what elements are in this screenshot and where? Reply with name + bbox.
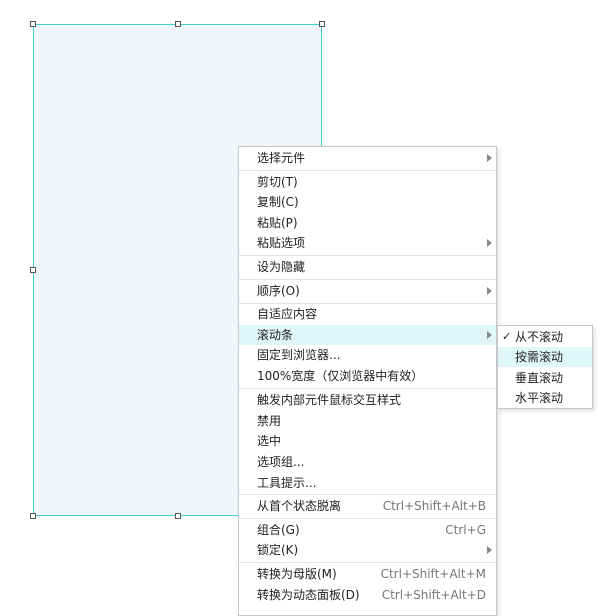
menu-item-label: 自适应内容 (257, 307, 318, 321)
menu-item-fit-content[interactable]: 自适应内容 (239, 304, 496, 324)
menu-separator (239, 518, 496, 519)
resize-handle-top-center[interactable] (175, 21, 181, 27)
menu-item-group[interactable]: 组合(G) Ctrl+G (239, 520, 496, 540)
submenu-item-vertical-scroll[interactable]: 垂直滚动 (498, 368, 592, 388)
resize-handle-top-right[interactable] (319, 21, 325, 27)
menu-item-lock[interactable]: 锁定(K) (239, 540, 496, 560)
menu-item-label: 转换为母版(M) (257, 567, 337, 581)
menu-item-label: 触发内部元件鼠标交互样式 (257, 393, 402, 407)
menu-item-label: 剪切(T) (257, 175, 298, 189)
submenu-arrow-icon (487, 154, 492, 162)
menu-item-label: 从首个状态脱离 (257, 499, 342, 513)
menu-item-paste[interactable]: 粘贴(P) (239, 213, 496, 233)
resize-handle-bottom-left[interactable] (30, 513, 36, 519)
menu-item-label: 滚动条 (257, 328, 294, 342)
menu-item-shortcut: Ctrl+G (445, 523, 486, 537)
submenu-item-horizontal-scroll[interactable]: 水平滚动 (498, 388, 592, 408)
submenu-arrow-icon (487, 546, 492, 554)
menu-item-shortcut: Ctrl+Shift+Alt+B (382, 499, 486, 513)
resize-handle-middle-left[interactable] (30, 267, 36, 273)
menu-item-pin-to-browser[interactable]: 固定到浏览器... (239, 345, 496, 365)
menu-item-label: 工具提示... (257, 476, 317, 490)
submenu-item-label: 水平滚动 (515, 391, 564, 405)
menu-item-shortcut: Ctrl+Shift+Alt+M (380, 567, 486, 581)
menu-item-label: 100%宽度（仅浏览器中有效） (257, 369, 424, 383)
menu-item-label: 锁定(K) (257, 543, 299, 557)
menu-item-label: 转换为动态面板(D) (257, 588, 360, 602)
menu-item-label: 选项组... (257, 455, 305, 469)
menu-item-label: 复制(C) (257, 195, 299, 209)
menu-item-label: 禁用 (257, 414, 282, 428)
menu-separator (239, 388, 496, 389)
menu-item-cut[interactable]: 剪切(T) (239, 172, 496, 192)
menu-item-label: 顺序(O) (257, 284, 300, 298)
menu-item-label: 粘贴选项 (257, 236, 306, 250)
submenu-item-label: 从不滚动 (515, 330, 564, 344)
menu-item-label: 选择元件 (257, 151, 306, 165)
submenu-arrow-icon (487, 239, 492, 247)
menu-item-label: 固定到浏览器... (257, 348, 341, 362)
resize-handle-bottom-center[interactable] (175, 513, 181, 519)
menu-item-convert-to-master[interactable]: 转换为母版(M) Ctrl+Shift+Alt+M (239, 564, 496, 584)
menu-item-convert-to-dynamic-panel[interactable]: 转换为动态面板(D) Ctrl+Shift+Alt+D (239, 585, 496, 605)
menu-item-label: 设为隐藏 (257, 260, 306, 274)
submenu-arrow-icon (487, 287, 492, 295)
scrollbar-submenu: ✓ 从不滚动 按需滚动 垂直滚动 水平滚动 (497, 325, 593, 409)
menu-item-selected[interactable]: 选中 (239, 431, 496, 451)
menu-item-tooltip[interactable]: 工具提示... (239, 473, 496, 493)
menu-item-break-from-first-state[interactable]: 从首个状态脱离 Ctrl+Shift+Alt+B (239, 496, 496, 516)
menu-item-disable[interactable]: 禁用 (239, 411, 496, 431)
menu-item-option-group[interactable]: 选项组... (239, 452, 496, 472)
menu-item-trigger-mouse-styles[interactable]: 触发内部元件鼠标交互样式 (239, 390, 496, 410)
menu-item-paste-options[interactable]: 粘贴选项 (239, 233, 496, 253)
context-menu: 选择元件 剪切(T) 复制(C) 粘贴(P) 粘贴选项 设为隐藏 顺序(O) 自… (238, 146, 497, 616)
submenu-item-label: 垂直滚动 (515, 371, 564, 385)
menu-item-shortcut: Ctrl+Shift+Alt+D (381, 588, 486, 602)
menu-separator (239, 170, 496, 171)
submenu-item-label: 按需滚动 (515, 350, 564, 364)
menu-item-select-widget[interactable]: 选择元件 (239, 148, 496, 168)
menu-item-order[interactable]: 顺序(O) (239, 281, 496, 301)
menu-item-label: 粘贴(P) (257, 216, 298, 230)
menu-item-full-width[interactable]: 100%宽度（仅浏览器中有效） (239, 366, 496, 386)
menu-item-label: 选中 (257, 434, 282, 448)
submenu-item-scroll-as-needed[interactable]: 按需滚动 (498, 347, 592, 367)
submenu-item-never-scroll[interactable]: ✓ 从不滚动 (498, 327, 592, 347)
checkmark-icon: ✓ (502, 330, 512, 343)
resize-handle-top-left[interactable] (30, 21, 36, 27)
menu-item-set-hidden[interactable]: 设为隐藏 (239, 257, 496, 277)
menu-separator (239, 255, 496, 256)
menu-item-copy[interactable]: 复制(C) (239, 192, 496, 212)
menu-item-scrollbars[interactable]: 滚动条 (239, 325, 496, 345)
menu-separator (239, 494, 496, 495)
menu-separator (239, 279, 496, 280)
menu-separator (239, 562, 496, 563)
submenu-arrow-icon (487, 331, 492, 339)
menu-item-label: 组合(G) (257, 523, 300, 537)
